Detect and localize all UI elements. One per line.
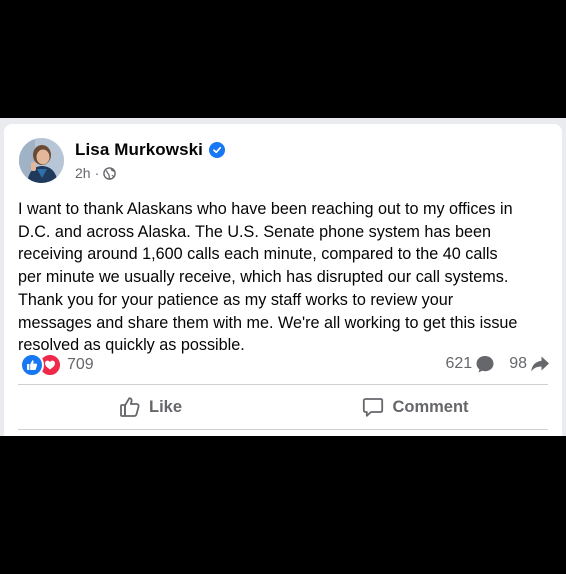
post-body-text: I want to thank Alaskans who have been r…: [18, 200, 518, 355]
comment-bubble-icon: [476, 356, 494, 373]
reaction-summary[interactable]: 709: [20, 353, 94, 377]
engagement-bar: 709 621 98: [20, 353, 551, 377]
like-button[interactable]: Like: [18, 386, 283, 428]
actions-divider: [18, 429, 548, 430]
share-count-link[interactable]: 98: [509, 355, 550, 373]
meta-separator: ·: [94, 165, 100, 181]
post-header: Lisa Murkowski 2h ·: [19, 138, 539, 188]
comment-count: 621: [445, 355, 473, 372]
post-actions: Like Comment: [18, 386, 548, 428]
post-meta: 2h ·: [75, 165, 117, 181]
facebook-post-card: Lisa Murkowski 2h · I want to thank Alas…: [4, 124, 562, 436]
comment-count-link[interactable]: 621: [446, 354, 496, 374]
author-name[interactable]: Lisa Murkowski: [75, 140, 203, 160]
engagement-divider: [18, 384, 548, 385]
post-stage: Lisa Murkowski 2h · I want to thank Alas…: [0, 118, 566, 436]
share-arrow-icon: [531, 356, 549, 372]
comment-icon: [363, 398, 384, 417]
thumbs-up-icon: [120, 397, 140, 417]
reaction-count: 709: [67, 356, 94, 373]
post-timestamp[interactable]: 2h: [75, 165, 91, 181]
globe-icon[interactable]: [103, 166, 117, 180]
like-button-label: Like: [148, 397, 183, 416]
comment-button[interactable]: Comment: [283, 386, 548, 428]
like-reaction-icon: [20, 353, 44, 377]
verified-badge-icon: [209, 142, 225, 158]
comment-button-label: Comment: [392, 397, 469, 416]
comment-share-counts: 621 98: [446, 354, 551, 374]
share-count: 98: [509, 355, 527, 372]
author-avatar[interactable]: [19, 138, 64, 183]
author-row: Lisa Murkowski: [75, 140, 225, 160]
